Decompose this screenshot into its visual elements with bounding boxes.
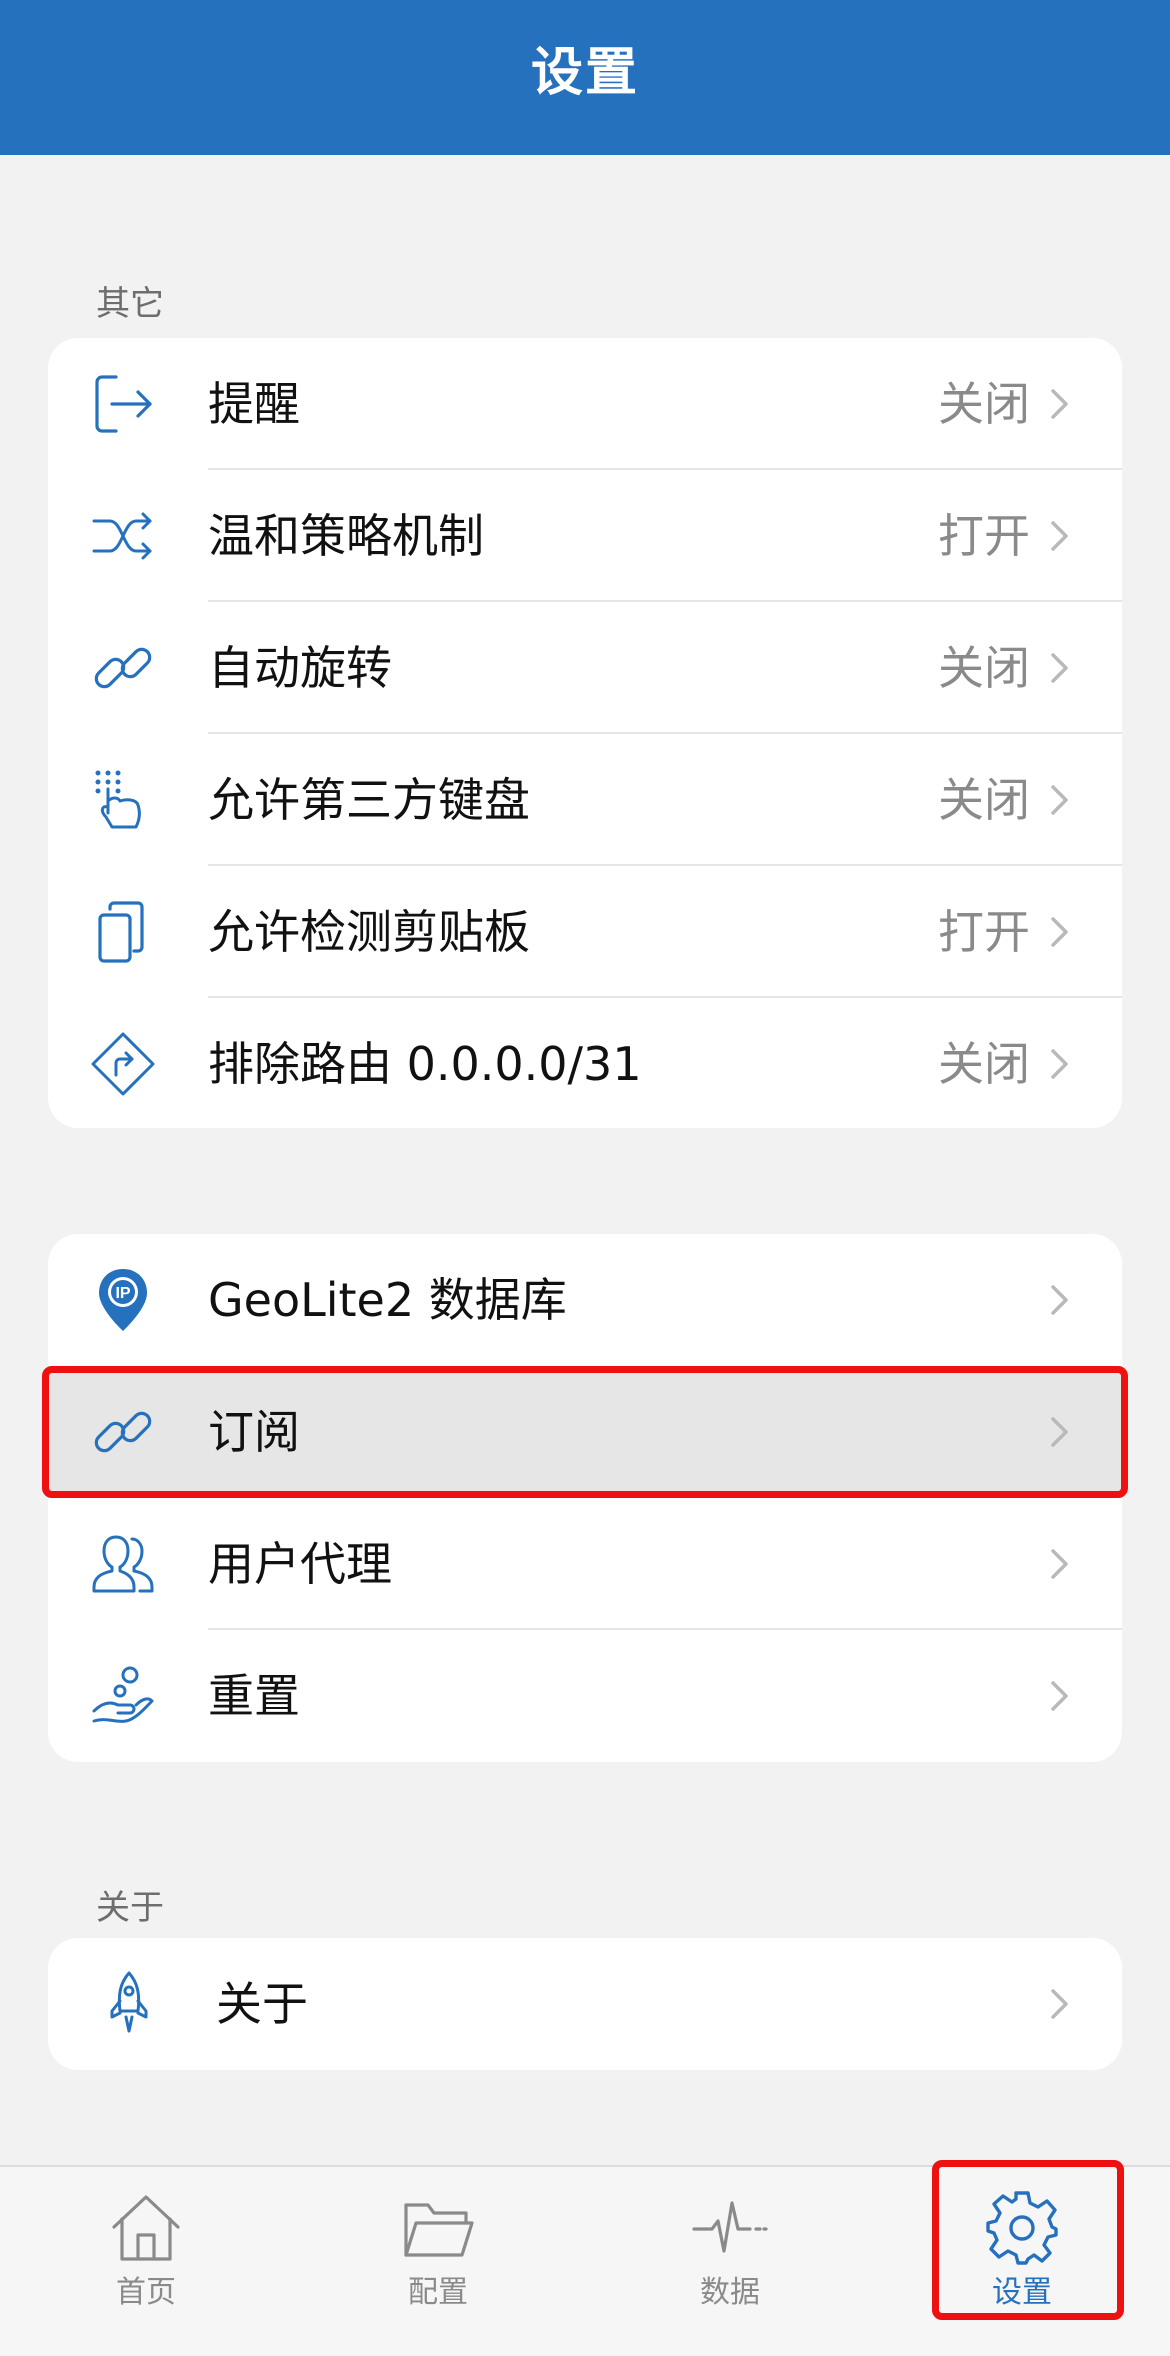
gear-icon xyxy=(986,2191,1058,2265)
route-sign-icon xyxy=(90,1031,156,1097)
row-value: 关闭 xyxy=(938,1037,1030,1091)
row-label: 排除路由 0.0.0.0/31 xyxy=(208,1037,642,1091)
row-subscription[interactable]: 订阅 xyxy=(48,1366,1122,1498)
folder-icon xyxy=(404,2203,474,2257)
tab-label: 首页 xyxy=(116,2275,176,2310)
row-value: 关闭 xyxy=(938,377,1030,431)
tab-bar: 首页 配置 数据 设置 xyxy=(0,2165,1170,2356)
row-value: 关闭 xyxy=(938,773,1030,827)
settings-card-misc: IP GeoLite2 数据库 订阅 用户代理 重置 xyxy=(48,1234,1122,1762)
chevron-right-icon xyxy=(1051,1417,1068,1447)
row-exclude-route[interactable]: 排除路由 0.0.0.0/31 关闭 xyxy=(48,998,1122,1128)
link-icon xyxy=(90,1399,156,1465)
chevron-right-icon xyxy=(1051,785,1068,815)
section-header-about: 关于 xyxy=(96,1888,164,1928)
exit-arrow-icon xyxy=(90,371,156,437)
keypad-tap-icon xyxy=(90,767,156,833)
users-icon xyxy=(90,1531,156,1597)
tab-data[interactable]: 数据 xyxy=(584,2167,876,2356)
section-header-other: 其它 xyxy=(96,284,164,324)
page-title: 设置 xyxy=(530,43,639,103)
tab-label: 配置 xyxy=(408,2275,468,2310)
row-third-party-keyboard[interactable]: 允许第三方键盘 关闭 xyxy=(48,734,1122,866)
row-label: 订阅 xyxy=(208,1405,300,1459)
chevron-right-icon xyxy=(1051,1285,1068,1315)
chevron-right-icon xyxy=(1051,1989,1068,2019)
chevron-right-icon xyxy=(1051,1549,1068,1579)
row-label: 重置 xyxy=(208,1669,300,1723)
row-label: 用户代理 xyxy=(208,1537,392,1591)
row-user-agent[interactable]: 用户代理 xyxy=(48,1498,1122,1630)
row-auto-rotate[interactable]: 自动旋转 关闭 xyxy=(48,602,1122,734)
row-label: 允许第三方键盘 xyxy=(208,773,530,827)
settings-card-other: 提醒 关闭 温和策略机制 打开 自动旋转 关闭 允许第三方键盘 关闭 允许检测剪… xyxy=(48,338,1122,1128)
row-label: 自动旋转 xyxy=(208,641,392,695)
row-reminder[interactable]: 提醒 关闭 xyxy=(48,338,1122,470)
copy-icon xyxy=(90,899,156,965)
pulse-icon xyxy=(692,2201,768,2253)
chevron-right-icon xyxy=(1051,1049,1068,1079)
row-label: 温和策略机制 xyxy=(208,509,484,563)
link-icon xyxy=(90,635,156,701)
home-icon xyxy=(112,2195,180,2261)
chevron-right-icon xyxy=(1051,521,1068,551)
row-label: 提醒 xyxy=(208,377,300,431)
tab-label: 数据 xyxy=(700,2275,760,2310)
row-about[interactable]: 关于 xyxy=(48,1938,1122,2070)
svg-text:IP: IP xyxy=(115,1285,130,1302)
row-geolite2-database[interactable]: IP GeoLite2 数据库 xyxy=(48,1234,1122,1366)
tab-config[interactable]: 配置 xyxy=(292,2167,584,2356)
row-gentle-policy[interactable]: 温和策略机制 打开 xyxy=(48,470,1122,602)
navigation-bar: 设置 xyxy=(0,0,1170,155)
hand-coin-icon xyxy=(90,1663,156,1729)
row-clipboard-detection[interactable]: 允许检测剪贴板 打开 xyxy=(48,866,1122,998)
rocket-icon xyxy=(96,1971,162,2037)
tab-home[interactable]: 首页 xyxy=(0,2167,292,2356)
row-value: 打开 xyxy=(938,905,1030,959)
shuffle-icon xyxy=(90,503,156,569)
chevron-right-icon xyxy=(1051,917,1068,947)
chevron-right-icon xyxy=(1051,653,1068,683)
row-reset[interactable]: 重置 xyxy=(48,1630,1122,1762)
row-value: 关闭 xyxy=(938,641,1030,695)
chevron-right-icon xyxy=(1051,1681,1068,1711)
tab-settings[interactable]: 设置 xyxy=(876,2167,1168,2356)
tab-label: 设置 xyxy=(992,2275,1052,2310)
chevron-right-icon xyxy=(1051,389,1068,419)
row-value: 打开 xyxy=(938,509,1030,563)
row-label: GeoLite2 数据库 xyxy=(208,1273,567,1327)
settings-card-about: 关于 xyxy=(48,1938,1122,2070)
row-label: 关于 xyxy=(216,1977,308,2031)
row-label: 允许检测剪贴板 xyxy=(208,905,530,959)
ip-pin-icon: IP xyxy=(90,1267,156,1333)
